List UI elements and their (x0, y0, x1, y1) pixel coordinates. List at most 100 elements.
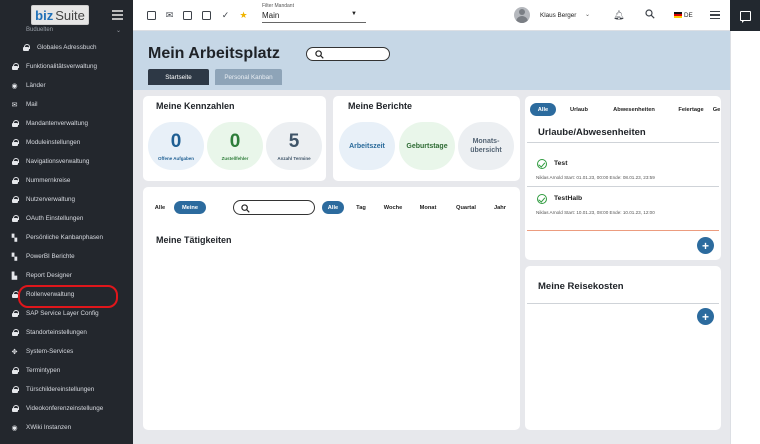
bizsuite-logo[interactable]: biz Suite (31, 5, 89, 25)
sidebar-item[interactable]: ✉ Mail (0, 95, 133, 114)
filter-mandant-select[interactable]: Main (262, 11, 279, 20)
sidebar-item-label: Buduelten (26, 27, 54, 33)
lock-icon (11, 329, 19, 336)
lock-icon (11, 196, 19, 203)
sidebar-item[interactable]: ◉ Länder (0, 76, 133, 95)
report-tile[interactable]: Arbeitszeit (339, 122, 395, 170)
period-filter-button[interactable]: Tag (349, 201, 373, 214)
report-tile[interactable]: Monats- übersicht (458, 122, 514, 170)
lock-icon (11, 215, 19, 222)
owner-filter-button[interactable]: Alle (148, 201, 172, 214)
kpi-value: 5 (288, 130, 300, 152)
caret-down-icon[interactable]: ▼ (351, 11, 357, 17)
sidebar-item[interactable]: Standorteinstellungen (0, 323, 133, 342)
kpi-tile[interactable]: 0 Offene Aufgaben (148, 122, 204, 170)
sidebar-item-label: XWiki Instanzen (26, 424, 72, 431)
sidebar-item[interactable]: Videokonferenzeinstellunge (0, 399, 133, 418)
absence-tab[interactable]: Abwesenheiten (603, 103, 665, 116)
sidebar-item[interactable]: SAP Service Layer Config (0, 304, 133, 323)
sidebar-item-label: Persönliche Kanbanphasen (26, 234, 104, 241)
add-travel-expense-button[interactable]: + (697, 308, 714, 325)
logo-part-1: biz (35, 7, 54, 23)
tab-startseite[interactable]: Startseite (148, 69, 209, 85)
lock-icon (11, 310, 19, 317)
sidebar-item-label: Funktionalitätsverwaltung (26, 63, 98, 70)
user-name[interactable]: Klaus Berger (540, 12, 576, 19)
period-filter-button[interactable]: Monat (414, 201, 442, 214)
kpi-tile[interactable]: 0 Zustellfehler (207, 122, 263, 170)
sidebar-item[interactable]: Rollenverwaltung (0, 285, 133, 308)
sidebar-item[interactable]: Nutzerverwaltung (0, 190, 133, 209)
activities-card (143, 187, 520, 430)
sidebar-item-label: Moduleinstellungen (26, 139, 81, 146)
period-filter-button[interactable]: Alle (322, 201, 344, 214)
list-icon[interactable] (710, 11, 720, 19)
pen-check-icon[interactable]: ✓ (221, 10, 230, 20)
period-filter-button[interactable]: Jahr (487, 201, 513, 214)
sidebar-item-label: Standorteinstellungen (26, 329, 87, 336)
sidebar-item-label: SAP Service Layer Config (26, 310, 99, 317)
kpi-tile[interactable]: 5 Anzahl Termine (266, 122, 322, 170)
user-avatar[interactable] (514, 7, 530, 23)
sidebar-item[interactable]: ◉ XWiki Instanzen (0, 418, 133, 437)
kanban-icon: ▚ (11, 253, 18, 261)
chevron-down-icon[interactable]: ⌄ (585, 11, 590, 18)
absence-tab[interactable]: Feiertage (671, 103, 711, 116)
star-icon[interactable]: ★ (239, 10, 248, 20)
sidebar-item[interactable]: Globales Adressbuch (0, 38, 133, 57)
sidebar-item[interactable]: Mandantenverwaltung (0, 114, 133, 133)
german-flag-icon[interactable] (674, 12, 682, 18)
sidebar-item[interactable]: Moduleinstellungen (0, 133, 133, 152)
right-panel-strip (730, 31, 760, 444)
divider (527, 186, 719, 187)
calendar-icon[interactable] (147, 11, 156, 20)
check-circle-icon (537, 194, 547, 204)
absence-entry[interactable]: Test Niklas Arnold Start: 01.01.23, 00:00… (536, 159, 717, 183)
sidebar-item-label: Videokonferenzeinstellunge (26, 405, 104, 412)
mail-icon: ✉ (11, 101, 18, 109)
filter-mandant-label: Filter Mandant (262, 3, 294, 9)
sidebar-item[interactable]: Funktionalitätsverwaltung (0, 57, 133, 76)
absence-meta: Niklas Arnold Start: 01.01.23, 00:00 End… (536, 175, 655, 180)
hamburger-menu-icon[interactable] (112, 10, 123, 20)
contact-card-icon[interactable] (183, 11, 192, 20)
lock-icon (11, 120, 19, 127)
sidebar-items: Globales Adressbuch Funktionalitätsverwal… (0, 38, 133, 437)
sidebar-item-label: Länder (26, 82, 46, 89)
lock-icon (11, 63, 19, 70)
sidebar-item-partial[interactable]: Buduelten ⌄ (0, 27, 133, 35)
tab-personal-kanban[interactable]: Personal Kanban (215, 69, 282, 85)
sidebar-item[interactable]: ✥ System-Services (0, 342, 133, 361)
lock-icon (11, 386, 19, 393)
search-icon[interactable] (645, 9, 655, 19)
period-filter-button[interactable]: Quartal (449, 201, 483, 214)
sidebar-item[interactable]: ▙ Report Designer (0, 266, 133, 285)
absence-tab[interactable]: Urlaub (560, 103, 598, 116)
language-code[interactable]: DE (684, 12, 693, 19)
task-check-icon[interactable] (202, 11, 211, 20)
lock-icon (11, 139, 19, 146)
add-absence-button[interactable]: + (697, 237, 714, 254)
owner-filter-button[interactable]: Meine (174, 201, 206, 214)
sidebar-item[interactable]: ▚ PowerBI Berichte (0, 247, 133, 266)
absence-entry[interactable]: TestHalb Niklas Arnold Start: 10.01.23, 0… (536, 194, 717, 218)
kpi-label: Anzahl Termine (277, 155, 311, 161)
sidebar-item[interactable]: Termintypen (0, 361, 133, 380)
chevron-down-icon: ⌄ (116, 28, 122, 34)
scroll-indicator (527, 230, 719, 231)
sidebar-item[interactable]: ▚ Persönliche Kanbanphasen (0, 228, 133, 247)
bell-icon[interactable]: 🔔︎ (613, 10, 624, 21)
sidebar-item[interactable]: Türschildereinstellungen (0, 380, 133, 399)
sidebar-item[interactable]: OAuth Einstellungen (0, 209, 133, 228)
period-filter-button[interactable]: Woche (378, 201, 408, 214)
page-search-input[interactable] (306, 47, 390, 61)
absence-tab[interactable]: Ge (712, 103, 721, 116)
sidebar-item[interactable]: Navigationsverwaltung (0, 152, 133, 171)
mail-icon[interactable]: ✉ (165, 10, 174, 20)
kpi-label: Offene Aufgaben (157, 155, 195, 161)
activities-search-input[interactable] (233, 200, 315, 215)
absence-tab[interactable]: Alle (530, 103, 556, 116)
sidebar-item[interactable]: Nummernkreise (0, 171, 133, 190)
chat-button[interactable] (730, 0, 760, 31)
report-tile[interactable]: Geburtstage (399, 122, 455, 170)
